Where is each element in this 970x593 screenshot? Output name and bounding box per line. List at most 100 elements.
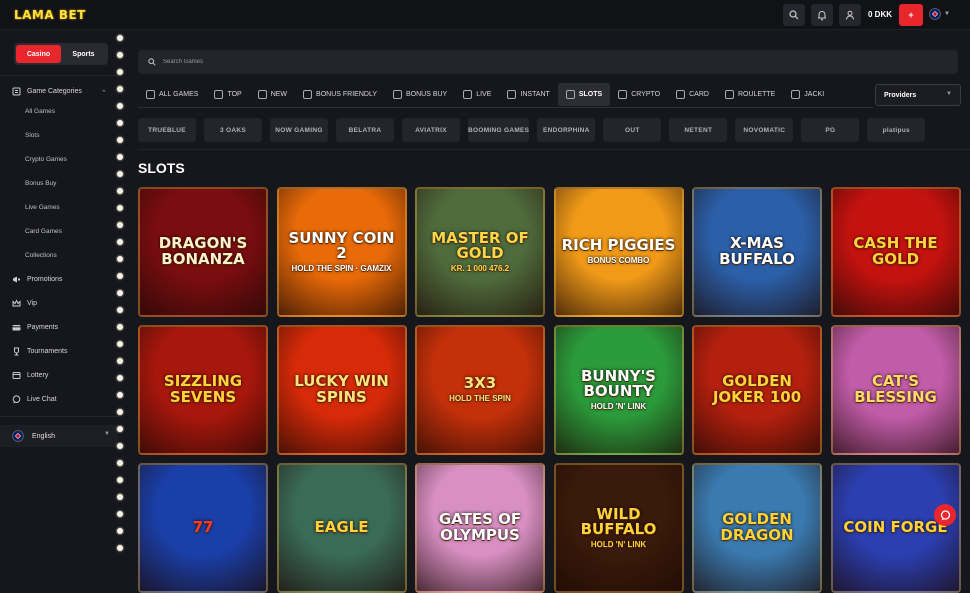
game-title-text: Sunny Coin 2 — [288, 228, 395, 263]
tab-all-games[interactable]: ALL GAMES — [138, 83, 206, 106]
game-card[interactable]: Coin Forge — [830, 463, 961, 593]
sidebar-item-label: Payments — [27, 324, 59, 331]
game-card[interactable]: Bunny's Bounty HOLD 'N' LINK — [553, 325, 684, 455]
profile-button[interactable] — [839, 4, 861, 26]
provider-logo[interactable]: 3 OAKS — [204, 118, 262, 142]
tab-bonus-buy[interactable]: BONUS BUY — [385, 83, 455, 106]
marquee-dot — [117, 239, 123, 245]
tab-instant[interactable]: INSTANT — [499, 83, 557, 106]
provider-logo[interactable]: AVIATRIX — [402, 118, 460, 142]
game-title-text: Cash the Gold — [853, 234, 938, 268]
brand-logo[interactable]: LAMA BET — [14, 8, 86, 22]
live-chat-button[interactable] — [934, 504, 956, 526]
chevron-up-icon[interactable]: ⌃ — [101, 89, 107, 97]
game-title: Wild Buffalo HOLD 'N' LINK — [556, 506, 682, 550]
sports-toggle[interactable]: Sports — [61, 45, 106, 63]
casino-toggle[interactable]: Casino — [16, 45, 61, 63]
tab-icon — [791, 89, 801, 99]
notifications-button[interactable] — [811, 4, 833, 26]
sidebar-item-lottery[interactable]: Lottery — [12, 371, 48, 380]
search-input[interactable] — [163, 59, 363, 65]
provider-logo[interactable]: OUT — [603, 118, 662, 142]
marquee-dot — [117, 171, 123, 177]
game-card[interactable]: Dragon's Bonanza — [138, 187, 268, 317]
section-title: SLOTS — [138, 160, 185, 176]
game-card[interactable]: Wild Buffalo HOLD 'N' LINK — [553, 463, 684, 593]
provider-logo[interactable]: BELATRA — [336, 118, 394, 142]
game-card[interactable]: Sunny Coin 2 HOLD THE SPIN · GAMZIX — [276, 187, 407, 317]
game-title: Bunny's Bounty HOLD 'N' LINK — [556, 368, 682, 412]
game-card[interactable]: X-Mas Buffalo — [692, 187, 822, 317]
provider-logo[interactable]: ENDORPHINA — [537, 118, 596, 142]
tab-label: ROULETTE — [737, 90, 776, 98]
language-selector[interactable]: ▼ — [929, 8, 950, 20]
tab-slots[interactable]: SLOTS — [557, 82, 611, 106]
sidebar-item-promotions[interactable]: Promotions — [12, 275, 62, 284]
marquee-dot — [117, 460, 123, 466]
game-card[interactable]: Lucky Win Spins — [276, 325, 407, 455]
game-card[interactable]: 77 — [138, 463, 268, 593]
tab-roulette[interactable]: ROULETTE — [717, 83, 783, 106]
game-subtitle: kr. 1 000 476.2 — [450, 264, 510, 274]
tab-jacki[interactable]: JACKI — [783, 83, 832, 106]
balance-display[interactable]: 0 DKK — [868, 10, 892, 19]
search-button[interactable] — [783, 4, 805, 26]
sidebar-item-label: Tournaments — [27, 348, 68, 355]
tab-live[interactable]: LIVE — [455, 83, 499, 106]
sidebar-item-game-categories[interactable]: Game Categories — [12, 87, 82, 96]
sidebar-sub-bonus-buy[interactable]: Bonus Buy — [25, 180, 56, 187]
trophy-icon — [12, 347, 21, 356]
sidebar-sub-slots[interactable]: Slots — [25, 132, 39, 139]
sidebar-item-tournaments[interactable]: Tournaments — [12, 347, 67, 356]
sidebar-sub-collections[interactable]: Collections — [25, 252, 57, 259]
tab-card[interactable]: CARD — [668, 83, 717, 106]
sidebar-sub-all-games[interactable]: All Games — [25, 108, 55, 115]
sidebar-sub-live-games[interactable]: Live Games — [25, 204, 60, 211]
tab-icon — [303, 89, 313, 99]
language-dropdown[interactable]: English ▼ — [0, 425, 118, 447]
game-card[interactable]: Cat's Blessing — [830, 325, 961, 455]
game-card[interactable]: Master of Gold kr. 1 000 476.2 — [415, 187, 545, 317]
game-card[interactable]: Sizzling Sevens — [138, 325, 268, 455]
tab-icon — [257, 89, 267, 99]
provider-logo[interactable]: NOVOMATIC — [735, 118, 794, 142]
providers-divider — [138, 149, 970, 150]
provider-logo[interactable]: NETENT — [669, 118, 728, 142]
tab-bonus-friendly[interactable]: BONUS FRIENDLY — [295, 83, 385, 106]
game-card[interactable]: Rich Piggies BONUS COMBO — [553, 187, 684, 317]
game-title-text: Cat's Blessing — [854, 372, 937, 406]
sidebar-sub-card-games[interactable]: Card Games — [25, 228, 62, 235]
provider-logo[interactable]: platipus — [867, 118, 926, 142]
provider-logo[interactable]: BOOMING GAMES — [468, 118, 530, 142]
chevron-down-icon: ▼ — [944, 11, 950, 17]
marquee-dot — [117, 86, 123, 92]
game-card[interactable]: 3x3 HOLD THE SPIN — [415, 325, 545, 455]
game-card[interactable]: Golden Dragon — [692, 463, 822, 593]
game-title-text: Sizzling Sevens — [163, 372, 243, 406]
game-title: 77 — [187, 519, 220, 536]
game-card[interactable]: Gates of Olympus — [415, 463, 545, 593]
uk-flag-icon — [12, 430, 24, 442]
sidebar-item-vip[interactable]: Vip — [12, 299, 37, 308]
sidebar-item-live-chat[interactable]: Live Chat — [12, 395, 57, 404]
game-card[interactable]: Cash the Gold — [830, 187, 961, 317]
sidebar-item-label: Promotions — [27, 276, 63, 283]
provider-logo[interactable]: NOW GAMING — [270, 118, 328, 142]
tab-crypto[interactable]: CRYPTO — [610, 83, 668, 106]
providers-dropdown[interactable]: Providers ▼ — [875, 84, 961, 106]
tab-new[interactable]: NEW — [250, 83, 295, 106]
sidebar-sub-crypto-games[interactable]: Crypto Games — [25, 156, 67, 163]
tab-top[interactable]: TOP — [206, 83, 249, 106]
marquee-dot — [117, 273, 123, 279]
tab-icon — [724, 89, 734, 99]
game-card[interactable]: Golden Joker 100 — [692, 325, 822, 455]
sidebar-item-payments[interactable]: Payments — [12, 323, 58, 332]
game-card[interactable]: Eagle — [276, 463, 407, 593]
uk-flag-icon — [929, 8, 941, 20]
deposit-button[interactable]: + — [899, 4, 923, 26]
main-content: ALL GAMES TOP NEW BONUS FRIENDLY BONUS BUY LI… — [130, 31, 970, 593]
search-bar[interactable] — [138, 50, 958, 74]
provider-logo[interactable]: PG — [801, 118, 860, 142]
provider-logo[interactable]: TRUEBLUE — [138, 118, 196, 142]
marquee-dot — [117, 188, 123, 194]
